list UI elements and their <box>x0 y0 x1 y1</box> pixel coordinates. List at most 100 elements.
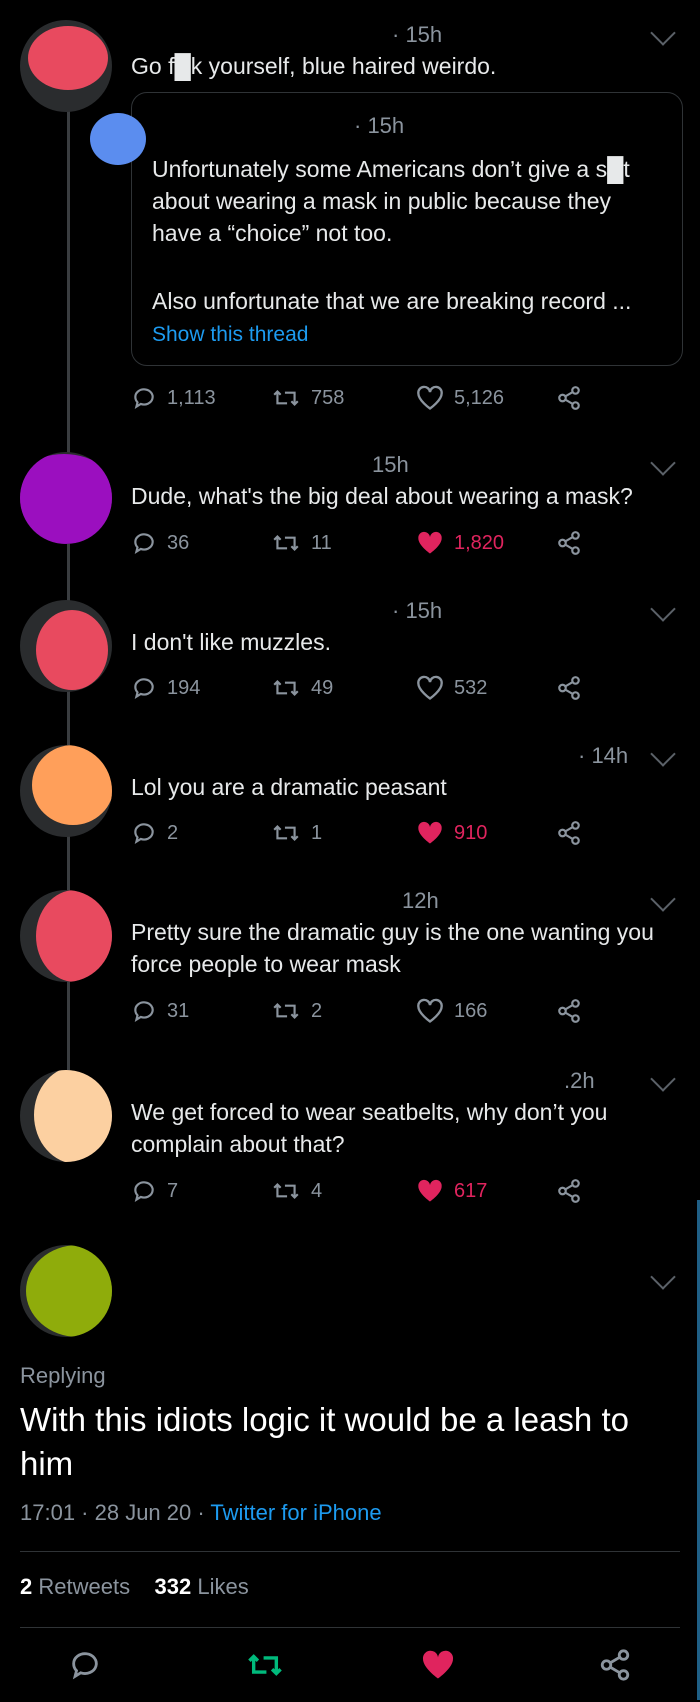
retweet-button[interactable]: 4 <box>271 1178 322 1204</box>
share-icon <box>558 676 580 700</box>
likes-stat[interactable]: 332 Likes <box>155 1574 249 1599</box>
reply-button[interactable]: 1,113 <box>131 385 216 411</box>
tweet-text: I don't like muzzles. <box>131 629 331 655</box>
like-button[interactable]: 532 <box>416 675 487 701</box>
divider <box>20 1551 680 1552</box>
like-button[interactable]: 1,820 <box>416 530 504 556</box>
retweet-button[interactable]: 11 <box>271 530 332 556</box>
avatar-blob <box>28 26 108 90</box>
like-button[interactable]: 5,126 <box>416 385 504 411</box>
reply-button[interactable]: 7 <box>131 1178 178 1204</box>
quote-text-continued: Also unfortunate that we are breaking re… <box>152 288 632 314</box>
retweet-icon <box>248 1654 282 1676</box>
retweet-button[interactable]: 758 <box>271 385 344 411</box>
avatar[interactable] <box>20 890 112 982</box>
reply-count: 7 <box>167 1179 179 1202</box>
like-count: 166 <box>454 999 488 1022</box>
tweet-text: Lol you are a dramatic peasant <box>131 774 447 800</box>
avatar[interactable] <box>20 1070 112 1162</box>
replying-to[interactable]: Replying <box>20 1363 106 1389</box>
like-button[interactable]: 617 <box>416 1178 487 1204</box>
retweet-count: 1 <box>311 821 323 844</box>
tweet-text: Pretty sure the dramatic guy is the one … <box>131 919 654 977</box>
avatar-blob <box>34 1070 112 1162</box>
divider <box>20 1627 680 1628</box>
reply-count: 2 <box>167 821 179 844</box>
avatar[interactable] <box>20 452 112 544</box>
share-icon <box>558 1179 580 1203</box>
reply-icon <box>134 823 154 845</box>
tweet[interactable]: · 14h Lol you are a dramatic peasant 2 1… <box>0 735 700 865</box>
chevron-down-icon[interactable] <box>650 1264 676 1290</box>
tweet-client-link[interactable]: Twitter for iPhone <box>210 1500 381 1525</box>
share-icon <box>558 531 580 555</box>
quoted-tweet[interactable]: · 15h Unfortunately some Americans don’t… <box>90 92 683 366</box>
reply-button[interactable]: 36 <box>131 530 189 556</box>
retweet-button[interactable] <box>245 1648 285 1687</box>
reply-button[interactable] <box>68 1648 102 1687</box>
tweet-actions: 1,113 758 5,126 <box>131 385 601 415</box>
retweets-count: 2 <box>20 1574 33 1599</box>
avatar-blob <box>26 1245 112 1337</box>
share-button[interactable] <box>556 820 592 846</box>
share-button[interactable] <box>556 675 592 701</box>
reply-count: 31 <box>167 999 190 1022</box>
share-button[interactable] <box>556 530 592 556</box>
avatar[interactable] <box>20 600 112 692</box>
retweet-count: 758 <box>311 386 345 409</box>
main-avatar[interactable] <box>20 1245 112 1337</box>
like-icon <box>417 385 443 410</box>
like-count: 1,820 <box>454 531 505 554</box>
chevron-down-icon[interactable] <box>650 741 676 767</box>
retweets-stat[interactable]: 2 Retweets <box>20 1574 130 1599</box>
share-button[interactable] <box>556 998 592 1024</box>
quote-text: Unfortunately some Americans don’t give … <box>152 156 630 246</box>
chevron-down-icon[interactable] <box>650 596 676 622</box>
chevron-down-icon[interactable] <box>650 1066 676 1092</box>
retweet-button[interactable]: 49 <box>271 675 333 701</box>
like-icon <box>417 998 443 1023</box>
chevron-down-icon[interactable] <box>650 886 676 912</box>
tweet-text: Dude, what's the big deal about wearing … <box>131 483 633 509</box>
tweet-time: · 15h <box>392 598 443 623</box>
reply-button[interactable]: 31 <box>131 998 189 1024</box>
like-icon <box>418 531 442 554</box>
reply-button[interactable]: 2 <box>131 820 178 846</box>
like-icon <box>422 1650 454 1679</box>
tweet-timestamp: 17:01 · 28 Jun 20 · <box>20 1500 211 1525</box>
share-button[interactable] <box>556 1178 592 1204</box>
tweet-meta: 17:01 · 28 Jun 20 · Twitter for iPhone <box>20 1500 382 1526</box>
chevron-down-icon[interactable] <box>650 450 676 476</box>
tweet-time: 12h <box>402 888 439 913</box>
chevron-down-icon[interactable] <box>650 20 676 46</box>
avatar[interactable] <box>20 20 112 112</box>
retweet-button[interactable]: 1 <box>271 820 322 846</box>
reply-button[interactable]: 194 <box>131 675 200 701</box>
main-tweet-actions <box>0 1648 700 1688</box>
like-button[interactable]: 910 <box>416 820 487 846</box>
like-icon <box>417 675 443 700</box>
reply-icon <box>134 678 154 700</box>
avatar-blob <box>20 454 112 544</box>
like-count: 532 <box>454 676 488 699</box>
avatar[interactable] <box>20 745 112 837</box>
tweet[interactable]: 15h Dude, what's the big deal about wear… <box>0 440 700 570</box>
retweet-button[interactable]: 2 <box>271 998 322 1024</box>
share-button[interactable] <box>556 385 592 411</box>
like-button[interactable]: 166 <box>416 998 487 1024</box>
share-button[interactable] <box>598 1648 632 1687</box>
share-icon <box>558 999 580 1023</box>
tweet[interactable]: 12h Pretty sure the dramatic guy is the … <box>0 880 700 1040</box>
retweets-label: Retweets <box>38 1574 131 1599</box>
tweet[interactable]: .2h We get forced to wear seatbelts, why… <box>0 1060 700 1220</box>
like-icon <box>418 821 442 844</box>
tweet[interactable]: · 15h I don't like muzzles. 194 49 532 <box>0 590 700 720</box>
tweet-stats: 2 Retweets 332 Likes <box>20 1574 249 1600</box>
like-button[interactable] <box>420 1648 456 1687</box>
tweet-actions: 36 11 1,820 <box>131 530 601 560</box>
show-thread-link[interactable]: Show this thread <box>152 323 308 347</box>
likes-count: 332 <box>154 1574 192 1599</box>
likes-label: Likes <box>197 1574 249 1599</box>
reply-count: 36 <box>167 531 190 554</box>
tweet[interactable]: · 15h Go f█k yourself, blue haired weird… <box>0 0 700 410</box>
